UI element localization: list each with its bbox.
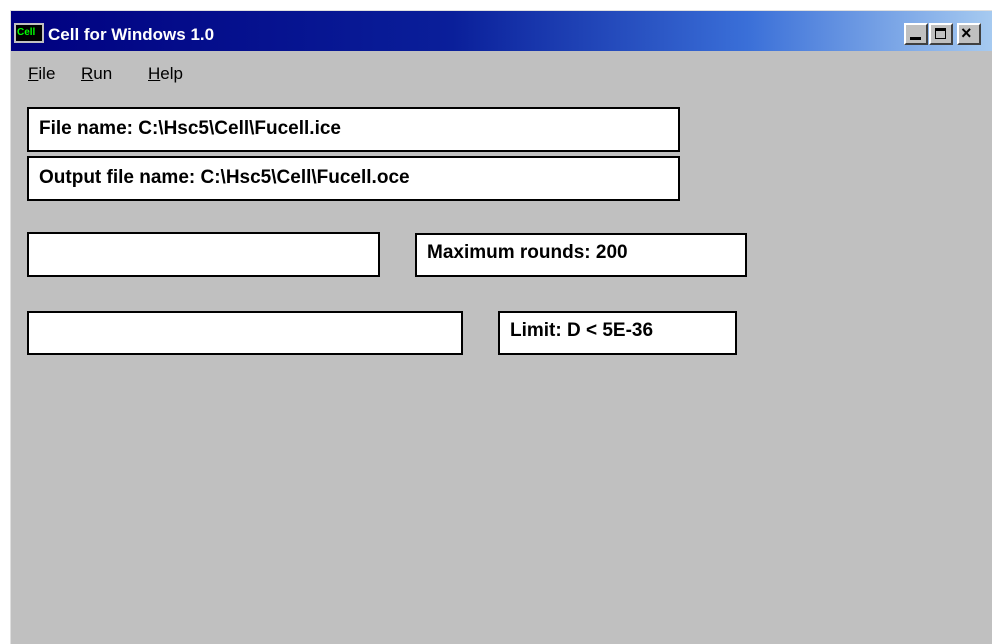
limit-display: Limit: D < 5E-36: [498, 311, 737, 355]
file-name-display: File name: C:\Hsc5\Cell\Fucell.ice: [27, 107, 680, 152]
maximize-icon: [935, 28, 946, 39]
window-title: Cell for Windows 1.0: [48, 25, 215, 44]
menu-help-mnemonic: H: [148, 64, 161, 83]
menu-file-mnemonic: F: [28, 64, 39, 83]
progress-display-1: [27, 232, 380, 277]
menu-help[interactable]: Help: [148, 63, 183, 85]
minimize-icon: [910, 37, 921, 40]
menu-file-rest: ile: [38, 64, 56, 83]
maximize-button[interactable]: [929, 23, 953, 45]
app-icon-label: Cell: [17, 27, 36, 38]
close-button[interactable]: ×: [957, 23, 981, 45]
menu-file[interactable]: File: [28, 63, 55, 85]
menu-run-mnemonic: R: [81, 64, 94, 83]
title-bar[interactable]: Cell Cell for Windows 1.0 ×: [11, 11, 992, 51]
minimize-button[interactable]: [904, 23, 928, 45]
menu-run-rest: un: [93, 64, 113, 83]
output-file-name-display: Output file name: C:\Hsc5\Cell\Fucell.oc…: [27, 156, 680, 201]
close-icon: ×: [961, 23, 972, 43]
app-window: Cell Cell for Windows 1.0 × File Run Hel…: [10, 10, 992, 644]
maximum-rounds-display: Maximum rounds: 200: [415, 233, 747, 277]
menu-bar: File Run Help: [11, 63, 311, 87]
menu-help-rest: elp: [160, 64, 183, 83]
progress-display-2: [27, 311, 463, 355]
cell-app-icon[interactable]: Cell: [14, 23, 44, 43]
menu-run[interactable]: Run: [81, 63, 112, 85]
